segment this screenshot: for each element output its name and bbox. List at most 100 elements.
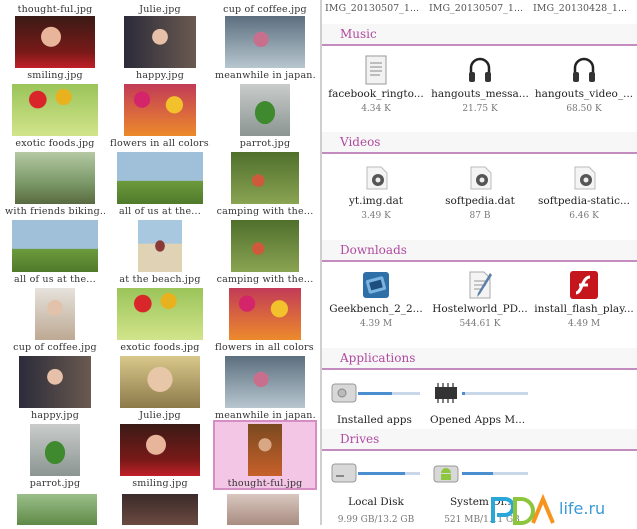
file-name: yt.img.dat <box>348 195 404 207</box>
gallery-item[interactable]: happy.jpg <box>110 14 210 81</box>
gallery-item[interactable]: flowers in all colors... <box>110 82 210 149</box>
file-name: facebook_ringto... <box>328 88 424 100</box>
thumbnail-image <box>117 152 203 204</box>
thumbnail-image <box>231 152 299 204</box>
document-icon <box>365 55 387 85</box>
file-name: thought-ful.jpg <box>227 478 303 489</box>
geekbench-icon <box>363 272 389 298</box>
gallery-item[interactable]: all of us at the... <box>5 218 105 285</box>
gallery-item[interactable]: smiling.jpg <box>110 422 210 489</box>
file-item[interactable]: hangouts_messa... 21.75 K <box>428 54 532 114</box>
gear-file-icon <box>470 166 492 190</box>
section-header-downloads[interactable]: Downloads <box>322 240 637 262</box>
gallery-item[interactable]: cup of coffee.jpg <box>5 286 105 353</box>
gallery-top-row: thought-ful.jpg Julie.jpg cup of coffee.… <box>0 2 320 15</box>
file-name: Installed apps <box>337 414 412 426</box>
file-item[interactable]: softpedia-static... 6.46 K <box>532 163 636 221</box>
file-browser: IMG_20130507_1... IMG_20130507_1... IMG_… <box>322 0 637 525</box>
file-size: 4.34 K <box>361 104 391 114</box>
file-name: smiling.jpg <box>27 70 83 81</box>
file-name: cup of coffee.jpg <box>13 342 97 353</box>
usage-bar <box>462 392 528 395</box>
section-header-music[interactable]: Music <box>322 24 637 46</box>
file-name: Local Disk <box>348 496 404 508</box>
section-title: Applications <box>340 351 416 365</box>
gallery-item[interactable]: camping with the... <box>215 218 315 285</box>
file-item[interactable]: yt.img.dat 3.49 K <box>324 163 428 221</box>
gallery-item[interactable]: at the beach.jpg <box>110 218 210 285</box>
file-name: flowers in all colors... <box>110 138 210 149</box>
section-header-videos[interactable]: Videos <box>322 132 637 154</box>
file-name: smiling.jpg <box>132 478 188 489</box>
thumbnail-image <box>12 220 98 272</box>
gallery-item[interactable]: with friends biking... <box>5 150 105 217</box>
gallery-item[interactable]: parrot.jpg <box>215 82 315 149</box>
file-name: softpedia-static... <box>538 195 630 207</box>
thumbnail-image <box>19 356 91 408</box>
file-name: parrot.jpg <box>239 138 291 149</box>
section-title: Drives <box>340 432 380 446</box>
file-item[interactable]: IMG_20130428_1... <box>528 1 632 14</box>
section-title: Music <box>340 27 377 41</box>
file-name: Geekbench_2_2... <box>329 303 423 315</box>
thumbnail-image <box>225 356 305 408</box>
gallery-thumb-partial[interactable] <box>17 494 97 525</box>
file-name: at the beach.jpg <box>119 274 201 285</box>
section-header-applications[interactable]: Applications <box>322 348 637 370</box>
file-name: IMG_20130428_1... <box>532 3 628 14</box>
file-size: 4.39 M <box>359 319 393 329</box>
file-name: Julie.jpg <box>139 410 181 421</box>
gallery-item[interactable]: all of us at the... <box>110 150 210 217</box>
gallery-item[interactable]: meanwhile in japan... <box>215 14 315 81</box>
file-item[interactable]: Geekbench_2_2... 4.39 M <box>324 269 428 329</box>
thumbnail-image <box>30 424 80 476</box>
thumbnail-image <box>138 220 182 272</box>
file-name: Hostelworld_PD... <box>432 303 528 315</box>
file-item[interactable]: Hostelworld_PD... 544.61 K <box>428 269 532 329</box>
file-name: meanwhile in japan... <box>215 70 315 81</box>
file-name: with friends biking... <box>5 206 105 217</box>
gallery-item[interactable]: smiling.jpg <box>5 14 105 81</box>
thumbnail-image <box>120 424 200 476</box>
thumbnail-image <box>248 424 282 476</box>
file-item[interactable]: hangouts_video_... 68.50 K <box>532 54 636 114</box>
gallery-item[interactable]: exotic foods.jpg <box>5 82 105 149</box>
section-title: Downloads <box>340 243 407 257</box>
gallery-item[interactable]: Julie.jpg <box>110 354 210 421</box>
thumbnail-image <box>225 16 305 68</box>
file-size: 6.46 K <box>569 211 599 221</box>
gear-file-icon <box>574 166 596 190</box>
headphones-icon <box>469 57 491 82</box>
file-size: 4.49 M <box>567 319 601 329</box>
gallery-item[interactable]: parrot.jpg <box>5 422 105 489</box>
file-item[interactable]: IMG_20130507_1... <box>322 1 424 14</box>
gallery-item[interactable]: meanwhile in japan... <box>215 354 315 421</box>
file-name: IMG_20130507_1... <box>324 3 420 14</box>
file-name: parrot.jpg <box>29 478 81 489</box>
file-size: 3.49 K <box>361 211 391 221</box>
gallery-item[interactable]: flowers in all colors... <box>215 286 315 353</box>
gear-file-icon <box>366 166 388 190</box>
thumbnail-image <box>231 220 299 272</box>
watermark-logo: life.ru <box>489 493 627 525</box>
thumbnail-image <box>229 288 301 340</box>
file-name: exotic foods.jpg <box>120 342 200 353</box>
file-item[interactable]: IMG_20130507_1... <box>424 1 528 14</box>
thumbnail-image <box>240 84 290 136</box>
file-name: meanwhile in japan... <box>215 410 315 421</box>
gallery-item[interactable]: camping with the... <box>215 150 315 217</box>
gallery-item[interactable]: exotic foods.jpg <box>110 286 210 353</box>
gallery-item[interactable]: happy.jpg <box>5 354 105 421</box>
gallery-item[interactable]: thought-ful.jpg <box>213 420 317 490</box>
file-item[interactable]: softpedia.dat 87 B <box>428 163 532 221</box>
file-item[interactable]: facebook_ringto... 4.34 K <box>324 54 428 114</box>
drive-size: 9.99 GB/13.2 GB <box>337 515 415 525</box>
file-item[interactable]: install_flash_play... 4.49 M <box>532 269 636 329</box>
file-name: install_flash_play... <box>534 303 634 315</box>
file-name: softpedia.dat <box>445 195 515 207</box>
gallery-thumb-partial[interactable] <box>227 494 299 525</box>
headphones-icon <box>573 57 595 82</box>
flash-icon <box>570 271 598 299</box>
gallery-thumb-partial[interactable] <box>122 494 198 525</box>
section-header-drives[interactable]: Drives <box>322 429 637 451</box>
